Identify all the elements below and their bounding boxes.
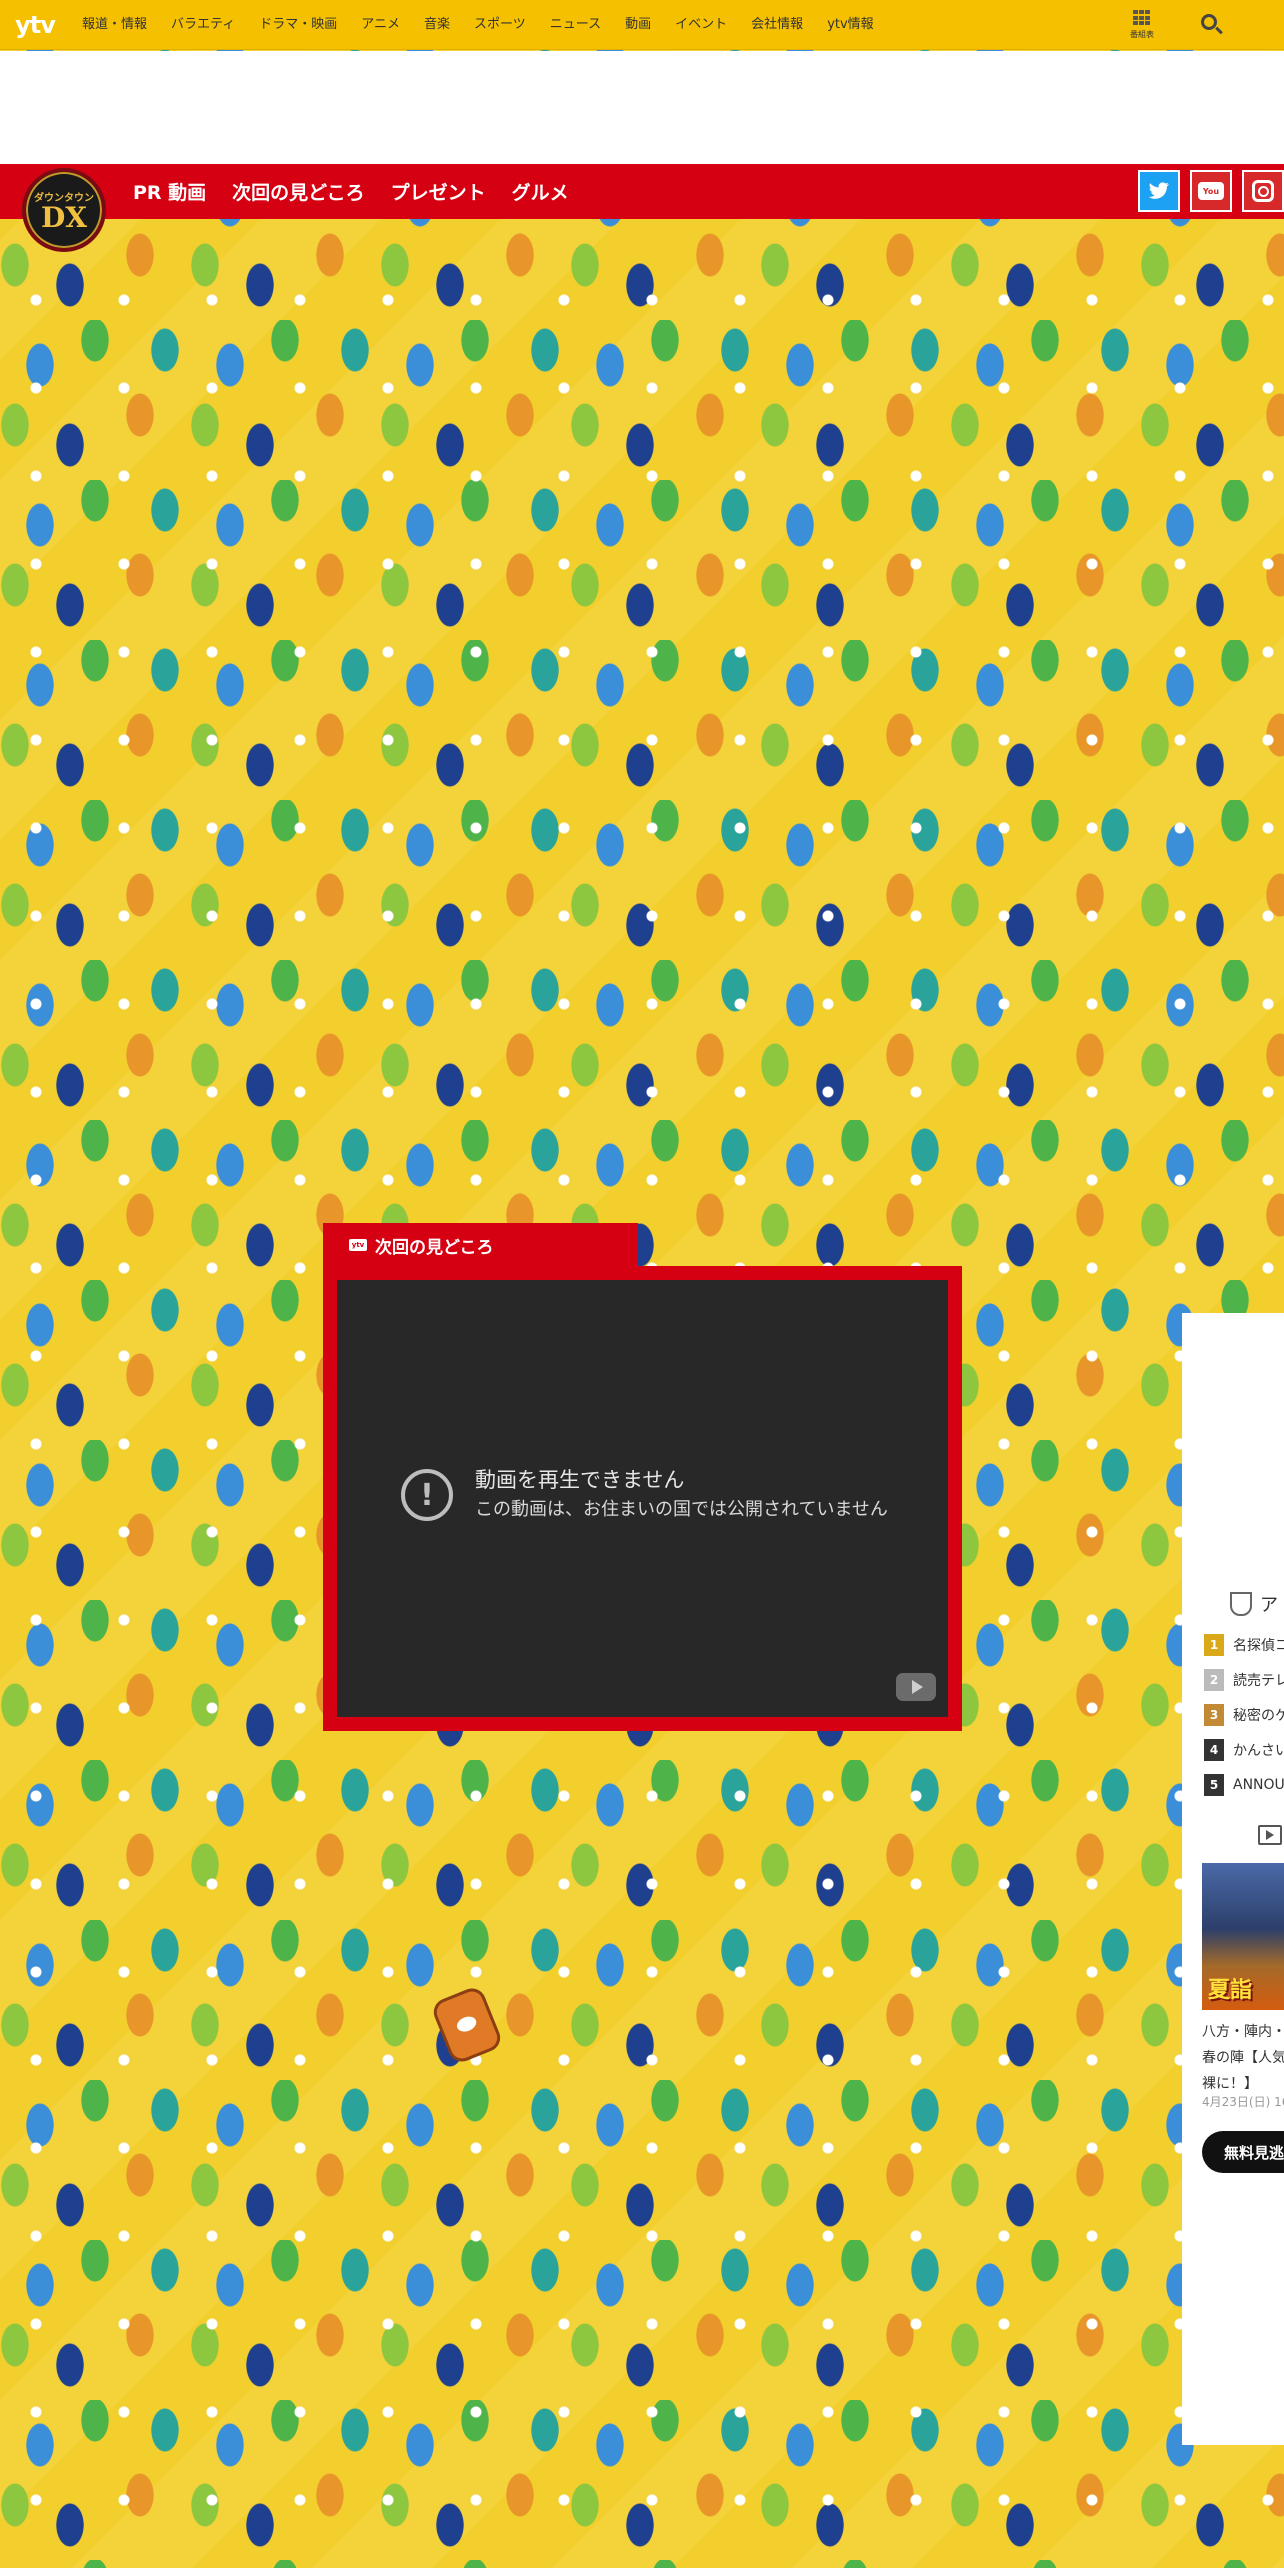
twitter-icon[interactable]	[1138, 170, 1180, 212]
program-links: PR 動画 次回の見どころ プレゼント グルメ	[133, 164, 569, 219]
instagram-icon[interactable]	[1242, 170, 1284, 212]
ranking-item[interactable]: 5 ANNOU	[1204, 1767, 1284, 1802]
youtube-player[interactable]: ! 動画を再生できません この動画は、お住まいの国では公開されていません	[337, 1280, 948, 1717]
error-title: 動画を再生できません	[475, 1468, 685, 1492]
next-highlights-title: 次回の見どころ	[375, 1237, 494, 1258]
ranking-item[interactable]: 1 名探偵コ	[1204, 1627, 1284, 1662]
ranking-item-title: 名探偵コ	[1233, 1637, 1284, 1654]
nav-news[interactable]: ニュース	[538, 0, 613, 50]
ranking-list: 1 名探偵コ 2 読売テレ 3 秘密のケ 4 かんさい 5 ANNOU	[1204, 1627, 1284, 1802]
rank-badge: 4	[1204, 1738, 1224, 1761]
ranking-title: ア	[1260, 1595, 1278, 1616]
program-logo-big-text: DX	[40, 200, 87, 234]
ad-banner-area	[0, 51, 1284, 164]
ytv-logo[interactable]: ytv	[0, 0, 70, 50]
nav-drama-movie[interactable]: ドラマ・映画	[247, 0, 349, 50]
schedule-label: 番組表	[1130, 30, 1154, 39]
ranking-item-title: かんさい	[1233, 1742, 1284, 1759]
ranking-item-title: 秘密のケ	[1233, 1707, 1284, 1724]
video-card-title-line: 八方・陣内・	[1202, 2024, 1284, 2040]
ranking-item-title: 読売テレ	[1233, 1672, 1284, 1689]
video-frame: ! 動画を再生できません この動画は、お住まいの国では公開されていません	[323, 1266, 962, 1731]
right-sidebar: ア 1 名探偵コ 2 読売テレ 3 秘密のケ 4 かんさい 5 ANNOU 夏詣…	[1182, 1313, 1284, 2445]
nav-variety[interactable]: バラエティ	[159, 0, 247, 50]
ranking-header: ア	[1230, 1591, 1278, 1617]
video-card-date: 4月23日(日) 16	[1202, 2095, 1284, 2109]
youtube-icon[interactable]: You	[1190, 170, 1232, 212]
video-card-title[interactable]: 八方・陣内・ 春の陣【人気 裸に！】	[1202, 2019, 1284, 2097]
video-section-icon	[1258, 1825, 1282, 1845]
ranking-item[interactable]: 3 秘密のケ	[1204, 1697, 1284, 1732]
ranking-item[interactable]: 4 かんさい	[1204, 1732, 1284, 1767]
rank-badge: 3	[1204, 1703, 1224, 1726]
error-message: この動画は、お住まいの国では公開されていません	[475, 1499, 888, 1520]
nav-anime[interactable]: アニメ	[349, 0, 412, 50]
search-icon[interactable]	[1200, 13, 1224, 37]
rank-badge: 1	[1204, 1633, 1224, 1656]
ranking-item[interactable]: 2 読売テレ	[1204, 1662, 1284, 1697]
program-link-next-highlights[interactable]: 次回の見どころ	[232, 178, 364, 205]
global-nav: 報道・情報 バラエティ ドラマ・映画 アニメ 音楽 スポーツ ニュース 動画 イ…	[70, 0, 886, 50]
social-links: You	[1138, 170, 1284, 212]
mascot-character-icon[interactable]	[429, 1984, 505, 2066]
nav-sports[interactable]: スポーツ	[462, 0, 538, 50]
nav-video[interactable]: 動画	[613, 0, 663, 50]
rank-badge: 2	[1204, 1668, 1224, 1691]
ytv-tab-icon: ytv	[349, 1239, 367, 1251]
rank-badge: 5	[1204, 1773, 1224, 1796]
thumbnail-caption: 夏詣	[1208, 1977, 1253, 2003]
schedule-button[interactable]: 番組表	[1122, 10, 1162, 40]
trophy-icon	[1230, 1592, 1252, 1616]
program-nav: ダウンタウン DX PR 動画 次回の見どころ プレゼント グルメ You	[0, 164, 1284, 252]
video-card-title-line: 春の陣【人気	[1202, 2050, 1284, 2066]
nav-company[interactable]: 会社情報	[739, 0, 815, 50]
nav-music[interactable]: 音楽	[412, 0, 462, 50]
grid-icon	[1133, 10, 1151, 26]
next-highlights-tab: ytv 次回の見どころ	[323, 1223, 638, 1267]
ranking-item-title: ANNOU	[1233, 1776, 1284, 1793]
header-actions: 番組表	[1122, 0, 1224, 50]
program-link-pr-video[interactable]: PR 動画	[133, 178, 206, 205]
program-link-gourmet[interactable]: グルメ	[512, 178, 569, 205]
program-link-present[interactable]: プレゼント	[391, 178, 486, 205]
nav-news-info[interactable]: 報道・情報	[70, 0, 159, 50]
nav-ytv-info[interactable]: ytv情報	[815, 0, 885, 50]
video-thumbnail[interactable]: 夏詣	[1202, 1863, 1284, 2010]
exclamation-icon: !	[401, 1469, 453, 1521]
program-logo[interactable]: ダウンタウン DX	[22, 168, 106, 252]
free-watch-button[interactable]: 無料見逃	[1202, 2131, 1284, 2173]
player-error: ! 動画を再生できません この動画は、お住まいの国では公開されていません	[401, 1465, 888, 1525]
global-header: ytv 報道・情報 バラエティ ドラマ・映画 アニメ 音楽 スポーツ ニュース …	[0, 0, 1284, 50]
youtube-logo-icon[interactable]	[896, 1673, 936, 1701]
nav-event[interactable]: イベント	[663, 0, 739, 50]
